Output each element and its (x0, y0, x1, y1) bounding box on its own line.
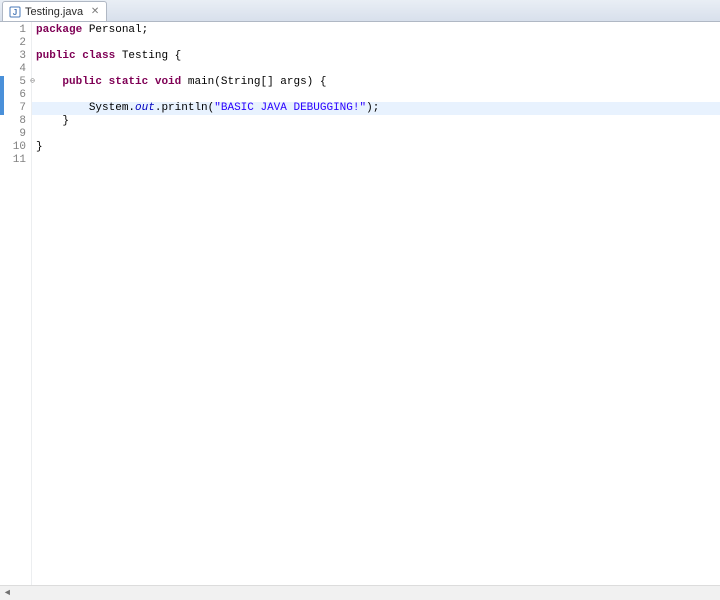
code-line[interactable] (36, 128, 720, 141)
code-line[interactable]: public class Testing { (36, 50, 720, 63)
editor-area: 1234567891011⊖ package Personal; public … (0, 22, 720, 585)
code-line[interactable] (36, 63, 720, 76)
code-area[interactable]: package Personal; public class Testing {… (32, 22, 720, 585)
code-line[interactable]: public static void main(String[] args) { (36, 76, 720, 89)
java-file-icon: J (9, 6, 21, 18)
horizontal-scrollbar[interactable]: ◄ (0, 585, 720, 600)
code-line[interactable] (36, 89, 720, 102)
line-number: 4 (4, 63, 26, 76)
line-number: 10 (4, 141, 26, 154)
line-number: 5 (4, 76, 26, 89)
line-number: 6 (4, 89, 26, 102)
code-line[interactable]: } (36, 115, 720, 128)
editor-tab[interactable]: J Testing.java ✕ (2, 1, 107, 21)
svg-text:J: J (13, 8, 17, 17)
line-number: 9 (4, 128, 26, 141)
close-icon[interactable]: ✕ (90, 7, 100, 17)
line-number-gutter: 1234567891011⊖ (4, 22, 32, 585)
line-number: 1 (4, 24, 26, 37)
code-line[interactable]: System.out.println("BASIC JAVA DEBUGGING… (32, 102, 720, 115)
scroll-left-arrow-icon[interactable]: ◄ (0, 588, 15, 598)
code-line[interactable]: } (36, 141, 720, 154)
code-line[interactable] (36, 37, 720, 50)
line-number: 7 (4, 102, 26, 115)
line-number: 2 (4, 37, 26, 50)
tab-filename: Testing.java (25, 6, 83, 18)
tab-bar: J Testing.java ✕ (0, 0, 720, 22)
code-line[interactable]: package Personal; (36, 24, 720, 37)
line-number: 3 (4, 50, 26, 63)
line-number: 11 (4, 154, 26, 167)
line-number: 8 (4, 115, 26, 128)
code-line[interactable] (36, 154, 720, 167)
